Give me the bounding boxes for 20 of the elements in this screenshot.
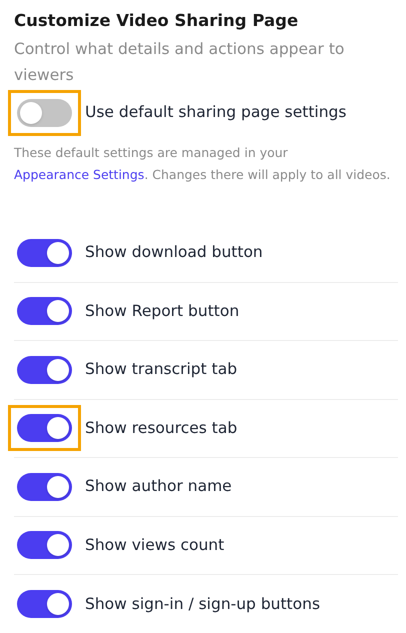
toggle-label: Show resources tab [85,418,238,439]
toggle-switch[interactable] [17,356,72,384]
toggle-label: Show views count [85,534,224,556]
toggle-label: Show author name [85,476,232,498]
toggle-switch[interactable] [17,99,72,127]
page-title: Customize Video Sharing Page [14,10,300,32]
settings-note: These default settings are managed in your Appearance Settings. Changes there will apply to all videos. [14,144,392,184]
toggle-label: Show transcript tab [85,359,238,380]
page-subtitle: Control what details and actions appear to viewers [14,39,346,86]
toggle-label: Show sign-in / sign-up buttons [85,594,320,615]
toggle-switch[interactable] [17,590,72,618]
toggle-switch[interactable] [17,414,72,442]
toggle-switch[interactable] [17,297,72,326]
appearance-settings-link[interactable]: Appearance Settings [14,167,144,182]
toggle-label: Show download button [85,242,263,264]
toggle-switch[interactable] [17,531,72,560]
toggle-label: Use default sharing page settings [85,102,346,124]
toggle-switch[interactable] [17,238,72,267]
toggle-switch[interactable] [17,472,72,501]
toggle-label: Show Report button [85,300,240,322]
